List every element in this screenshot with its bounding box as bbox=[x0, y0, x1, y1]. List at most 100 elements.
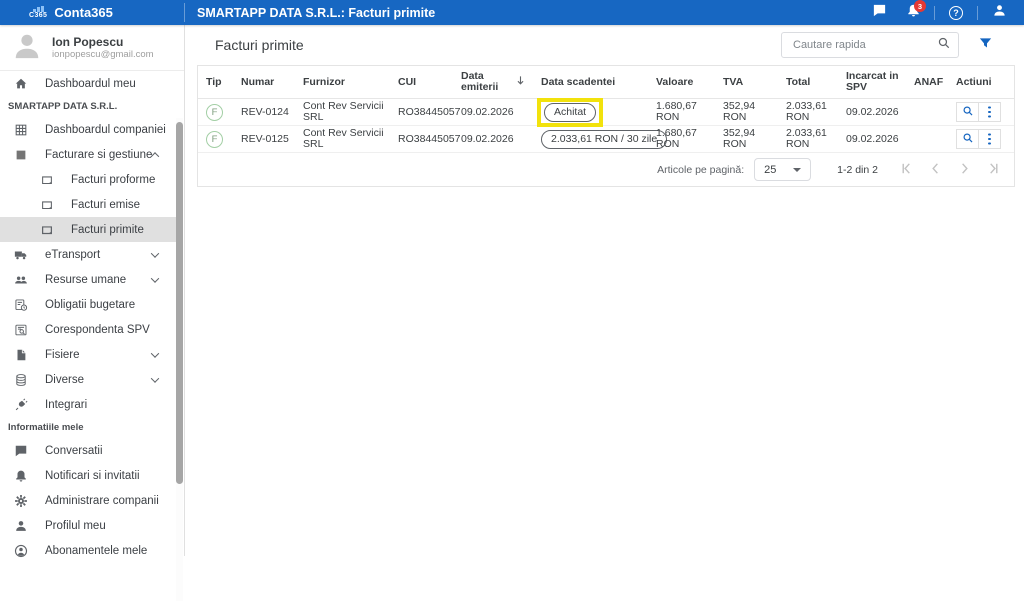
last-page-button[interactable] bbox=[979, 156, 1008, 184]
database-icon bbox=[13, 372, 28, 387]
chevron-left-icon bbox=[928, 161, 943, 179]
avatar bbox=[12, 30, 42, 65]
person-icon bbox=[13, 518, 28, 533]
chevron-down-icon bbox=[151, 274, 159, 282]
notifications-badge: 3 bbox=[914, 0, 926, 12]
invoices-table: Tip Numar Furnizor CUI Data emiterii Dat… bbox=[198, 66, 1014, 153]
sidebar-item-dashboardul-meu[interactable]: Dashboardul meu bbox=[0, 71, 176, 96]
invoice-icon bbox=[39, 197, 54, 212]
items-per-page-select[interactable]: 25 bbox=[754, 158, 811, 181]
sidebar-item-facturi-proforme[interactable]: Facturi proforme bbox=[0, 167, 176, 192]
row-menu-button[interactable] bbox=[978, 102, 1001, 122]
cell-data-emiterii: 09.02.2026 bbox=[453, 126, 533, 153]
topbar: C365 Conta365 SMARTAPP DATA S.R.L.: Fact… bbox=[0, 0, 1024, 25]
next-page-button[interactable] bbox=[950, 156, 979, 184]
sidebar-item-facturare-si-gestiune[interactable]: Facturare si gestiune bbox=[0, 142, 176, 167]
sidebar-item-resurse-umane[interactable]: Resurse umane bbox=[0, 267, 176, 292]
header-furnizor[interactable]: Furnizor bbox=[295, 66, 390, 99]
page-header-title: SMARTAPP DATA S.R.L.: Facturi primite bbox=[185, 6, 862, 20]
sidebar-item-corespondenta-spv[interactable]: Corespondenta SPV bbox=[0, 317, 176, 342]
square-icon bbox=[13, 147, 28, 162]
account-icon bbox=[992, 3, 1007, 23]
chat-button[interactable] bbox=[862, 0, 896, 25]
budget-icon bbox=[13, 297, 28, 312]
people-icon bbox=[13, 272, 28, 287]
user-card[interactable]: Ion Popescu ionpopescu@gmail.com bbox=[0, 25, 184, 71]
sidebar-item-facturi-primite[interactable]: Facturi primite bbox=[0, 217, 176, 242]
invoice-type-badge: F bbox=[206, 131, 223, 148]
sidebar-item-conversatii[interactable]: Conversatii bbox=[0, 438, 176, 463]
header-tip[interactable]: Tip bbox=[198, 66, 233, 99]
cell-anaf bbox=[906, 99, 948, 126]
filter-icon bbox=[978, 36, 993, 54]
pagination: Articole pe pagină: 25 1-2 din 2 bbox=[198, 153, 1014, 186]
header-incarcat-in-spv[interactable]: Incarcat in SPV bbox=[838, 66, 906, 99]
header-actiuni: Actiuni bbox=[948, 66, 1014, 99]
cell-numar: REV-0125 bbox=[233, 126, 295, 153]
header-data-emiterii[interactable]: Data emiterii bbox=[453, 66, 533, 99]
sidebar-item-abonamentele-mele[interactable]: Abonamentele mele bbox=[0, 538, 176, 563]
magnifier-icon bbox=[962, 132, 974, 147]
sidebar-item-diverse[interactable]: Diverse bbox=[0, 367, 176, 392]
header-numar[interactable]: Numar bbox=[233, 66, 295, 99]
header-tva[interactable]: TVA bbox=[715, 66, 778, 99]
sidebar-item-etransport[interactable]: eTransport bbox=[0, 242, 176, 267]
sidebar-item-administrare-companii[interactable]: Administrare companii bbox=[0, 488, 176, 513]
chevron-right-icon bbox=[957, 161, 972, 179]
filter-button[interactable] bbox=[965, 32, 1005, 58]
first-page-icon bbox=[899, 161, 914, 179]
first-page-button[interactable] bbox=[892, 156, 921, 184]
page-title: Facturi primite bbox=[215, 37, 304, 53]
cell-tva: 352,94 RON bbox=[715, 126, 778, 153]
table-row[interactable]: F REV-0125 Cont Rev Servicii SRL RO38445… bbox=[198, 126, 1014, 153]
search-icon[interactable] bbox=[937, 36, 951, 55]
sort-desc-icon[interactable] bbox=[515, 75, 526, 89]
logo-text: C365 bbox=[29, 12, 47, 20]
sidebar-item-integrari[interactable]: Integrari bbox=[0, 392, 176, 417]
cell-cui: RO38445057 bbox=[390, 99, 453, 126]
row-menu-button[interactable] bbox=[978, 129, 1001, 149]
prev-page-button[interactable] bbox=[921, 156, 950, 184]
items-per-page-label: Articole pe pagină: bbox=[657, 164, 744, 176]
header-data-scadentei[interactable]: Data scadentei bbox=[533, 66, 648, 99]
sidebar: Ion Popescu ionpopescu@gmail.com Dashboa… bbox=[0, 25, 185, 556]
header-anaf[interactable]: ANAF bbox=[906, 66, 948, 99]
notifications-button[interactable]: 3 bbox=[896, 0, 930, 25]
sidebar-section-informatiile-mele: Informatiile mele bbox=[0, 417, 184, 438]
invoice-type-badge: F bbox=[206, 104, 223, 121]
sidebar-item-fisiere[interactable]: Fisiere bbox=[0, 342, 176, 367]
sidebar-item-dashboardul-companiei[interactable]: Dashboardul companiei bbox=[0, 117, 176, 142]
header-cui[interactable]: CUI bbox=[390, 66, 453, 99]
view-invoice-button[interactable] bbox=[956, 129, 979, 149]
sidebar-scrollbar-thumb[interactable] bbox=[176, 122, 183, 484]
invoice-icon bbox=[39, 172, 54, 187]
help-button[interactable]: ? bbox=[939, 0, 973, 25]
sidebar-item-profilul-meu[interactable]: Profilul meu bbox=[0, 513, 176, 538]
status-chip-achitat[interactable]: Achitat bbox=[544, 103, 596, 122]
search-input[interactable] bbox=[791, 38, 937, 52]
cell-anaf bbox=[906, 126, 948, 153]
table-header-row: Tip Numar Furnizor CUI Data emiterii Dat… bbox=[198, 66, 1014, 99]
cell-valoare: 1.680,67 RON bbox=[648, 126, 715, 153]
cell-incarcat-in-spv: 09.02.2026 bbox=[838, 99, 906, 126]
table-row[interactable]: F REV-0124 Cont Rev Servicii SRL RO38445… bbox=[198, 99, 1014, 126]
caret-down-icon bbox=[793, 168, 801, 172]
magnifier-icon bbox=[962, 105, 974, 120]
status-chip-scadenta[interactable]: 2.033,61 RON / 30 zile bbox=[541, 130, 667, 149]
header-total[interactable]: Total bbox=[778, 66, 838, 99]
sidebar-item-notificari-si-invitatii[interactable]: Notificari si invitatii bbox=[0, 463, 176, 488]
sidebar-item-facturi-emise[interactable]: Facturi emise bbox=[0, 192, 176, 217]
doc-search-icon bbox=[13, 322, 28, 337]
quick-search bbox=[781, 32, 959, 58]
header-valoare[interactable]: Valoare bbox=[648, 66, 715, 99]
bell-icon bbox=[13, 468, 28, 483]
cell-numar: REV-0124 bbox=[233, 99, 295, 126]
brand-area[interactable]: C365 Conta365 bbox=[0, 0, 185, 25]
view-invoice-button[interactable] bbox=[956, 102, 979, 122]
conta365-logo-icon: C365 bbox=[29, 6, 47, 20]
chat-icon bbox=[13, 443, 28, 458]
account-button[interactable] bbox=[982, 0, 1016, 25]
sidebar-item-obligatii-bugetare[interactable]: Obligatii bugetare bbox=[0, 292, 176, 317]
cell-tva: 352,94 RON bbox=[715, 99, 778, 126]
chat-icon bbox=[872, 3, 887, 23]
